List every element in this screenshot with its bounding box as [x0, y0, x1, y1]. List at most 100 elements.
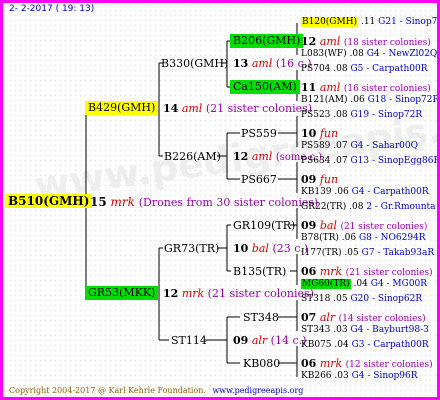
gen4-kb139-ref: G4 - Carpath00R: [351, 187, 429, 197]
gen4-ps634-code[interactable]: PS634: [301, 156, 330, 166]
gen3-ps559-code[interactable]: PS559: [241, 128, 277, 139]
gen4-b121: B121(AM) .06 G18 - Sinop72R: [301, 95, 437, 105]
gen4-ps523: PS523 .08 G19 - Sinop72R: [301, 111, 422, 120]
root-note: (Drones from 30 sister colonies): [138, 196, 319, 209]
gen4-b78-num: .06: [341, 233, 357, 243]
footer: Copyright 2004-2017 @ Karl Kehrle Founda…: [9, 387, 303, 395]
gen4-kb139-code[interactable]: KB139: [301, 187, 332, 197]
gen4-gr22-num: .08: [349, 202, 364, 212]
gen3-b206-note: (18 sister colonies): [343, 38, 431, 48]
gen4-st343-code[interactable]: ST343: [301, 325, 330, 335]
gen3-b135-num: 06: [301, 265, 317, 278]
gen3-ca150-num: 11: [301, 81, 317, 94]
gen4-b120-code[interactable]: B120(GMH): [301, 17, 359, 27]
gen4-kb139-num: .06: [334, 187, 349, 197]
gen3-st348-num: 07: [301, 311, 317, 324]
gen1-bottom-info: 12 mrk (21 sister colonies): [163, 288, 314, 299]
gen4-st318-ref: G20 - Sinop62R: [350, 294, 423, 304]
gen2-gr73-info: 10 bal (23 c.): [233, 243, 308, 254]
gen3-b206-code[interactable]: B206(GMH): [230, 34, 304, 48]
gen4-ps589: PS589 .07 G4 - Sahar00Q: [301, 142, 418, 151]
gen4-l083-ref: G4 - NewZl02Q: [366, 49, 438, 59]
gen2-gr73-race: bal: [251, 242, 269, 255]
gen4-ps523-code[interactable]: PS523: [301, 110, 330, 120]
gen4-mg60-code[interactable]: MG60(TR): [301, 279, 351, 289]
gen3-kb080-info: 06 mrk (12 sister colonies): [301, 358, 433, 370]
gen4-l083-code[interactable]: L083(WF): [301, 49, 347, 59]
gen3-gr109-race: bal: [319, 219, 337, 232]
gen2-b330-race: aml: [251, 57, 273, 70]
gen2-b330-code[interactable]: B330(GMH): [161, 58, 228, 69]
gen4-kb266-code[interactable]: KB266: [301, 371, 332, 381]
gen1-bottom-num: 12: [163, 287, 179, 300]
gen4-b120-ref: G21 - Sinop72R: [378, 17, 438, 27]
gen4-ps634-num: .07: [333, 156, 348, 166]
gen3-ps559-info: 10 fun: [301, 128, 338, 139]
gen2-st114-num: 09: [233, 334, 249, 347]
gen4-b78: B78(TR) .06 G8 - NO6294R: [301, 234, 426, 243]
gen3-b206-race: aml: [319, 35, 341, 48]
gen2-gr73-code[interactable]: GR73(TR): [164, 243, 219, 254]
gen4-ps589-ref: G4 - Sahar00Q: [350, 141, 418, 151]
gen1-bottom-code[interactable]: GR53(MKK): [85, 286, 159, 300]
gen2-b226-code[interactable]: B226(AM): [164, 151, 221, 162]
gen3-kb080-note: (12 sister colonies): [345, 360, 433, 370]
gen4-i177-code[interactable]: I177(TR): [301, 248, 342, 258]
gen4-kb139: KB139 .06 G4 - Carpath00R: [301, 188, 429, 197]
root-colony-code[interactable]: B510(GMH): [5, 194, 93, 208]
gen2-st114-code[interactable]: ST114: [171, 335, 207, 346]
gen3-ps559-race: fun: [319, 127, 339, 140]
gen4-mg60: MG60(TR) .04 G4 - MG00R: [301, 279, 427, 289]
gen4-b121-num: .06: [350, 95, 365, 105]
gen3-gr109-note: (21 sister colonies): [340, 222, 428, 232]
gen1-top-code[interactable]: B429(GMH): [85, 101, 159, 115]
gen4-ps704-code[interactable]: PS704: [301, 64, 330, 74]
gen1-bottom-race: mrk: [181, 287, 205, 300]
gen4-ps523-ref: G19 - Sinop72R: [350, 110, 423, 120]
gen3-st348-note: (14 sister colonies): [338, 314, 426, 324]
gen3-ps667-code[interactable]: PS667: [241, 174, 277, 185]
gen4-kb075-ref: G3 - Carpath00R: [351, 340, 429, 350]
gen3-b135-code[interactable]: B135(TR): [233, 266, 286, 277]
gen4-ps589-code[interactable]: PS589: [301, 141, 330, 151]
gen4-gr22-code[interactable]: GR22(TR): [301, 202, 346, 212]
gen2-st114-race: alr: [251, 334, 268, 347]
gen3-b206-info: 12 aml (18 sister colonies): [301, 36, 431, 48]
gen4-i177-ref: G7 - Takab93aR: [361, 248, 435, 258]
gen1-top-info: 14 aml (21 sister colonies): [163, 103, 312, 114]
gen4-ps634: PS634 .07 G13 - SinopEgg86R: [301, 156, 437, 166]
gen4-i177-num: .05: [344, 248, 359, 258]
gen4-kb075-code[interactable]: KB075: [301, 340, 332, 350]
gen4-b121-code[interactable]: B121(AM): [301, 95, 348, 105]
footer-url[interactable]: www.pedigreeapis.org: [212, 386, 303, 395]
gen4-b78-ref: G8 - NO6294R: [358, 233, 426, 243]
gen3-gr109-code[interactable]: GR109(TR): [233, 220, 295, 231]
gen2-b226-race: aml: [251, 150, 273, 163]
gen4-ps704-ref: G5 - Carpath00R: [350, 64, 428, 74]
gen1-top-num: 14: [163, 102, 179, 115]
gen4-kb075: KB075 .04 G3 - Carpath00R: [301, 341, 429, 350]
header-date: 2- 2-2017 ( 19: 13): [9, 4, 95, 14]
gen3-ps667-race: fun: [319, 173, 339, 186]
gen3-kb080-num: 06: [301, 357, 317, 370]
gen2-gr73-num: 10: [233, 242, 249, 255]
gen4-gr22: GR22(TR) .08 2 - Gr.Rmounta: [301, 203, 435, 212]
gen4-kb266: KB266 .03 G4 - Sinop96R: [301, 372, 418, 381]
gen3-ca150-note: (16 sister colonies): [343, 84, 431, 94]
gen4-st318-code[interactable]: ST318: [301, 294, 330, 304]
gen3-b135-info: 06 mrk (21 sister colonies): [301, 266, 433, 278]
gen4-b78-code[interactable]: B78(TR): [301, 233, 339, 243]
pedigree-frame: www.pedigreeapis.org 2- 2-2017 (19: 13)…: [0, 0, 440, 400]
gen3-ca150-race: aml: [319, 81, 341, 94]
gen2-b330-num: 13: [233, 57, 249, 70]
gen4-kb266-num: .03: [334, 371, 349, 381]
gen3-ca150-code[interactable]: Ca150(AM): [230, 80, 300, 94]
gen3-st348-code[interactable]: ST348: [243, 312, 279, 323]
gen3-kb080-code[interactable]: KB080: [243, 358, 280, 369]
gen4-st343-ref: G4 - Bayburt98-3: [350, 325, 429, 335]
gen1-top-race: aml: [181, 102, 203, 115]
gen4-l083: L083(WF) .08 G4 - NewZl02Q: [301, 50, 437, 59]
gen4-st318-num: .05: [333, 294, 348, 304]
gen2-b226-num: 12: [233, 150, 249, 163]
gen4-gr22-ref: 2 - Gr.Rmounta: [366, 202, 436, 212]
